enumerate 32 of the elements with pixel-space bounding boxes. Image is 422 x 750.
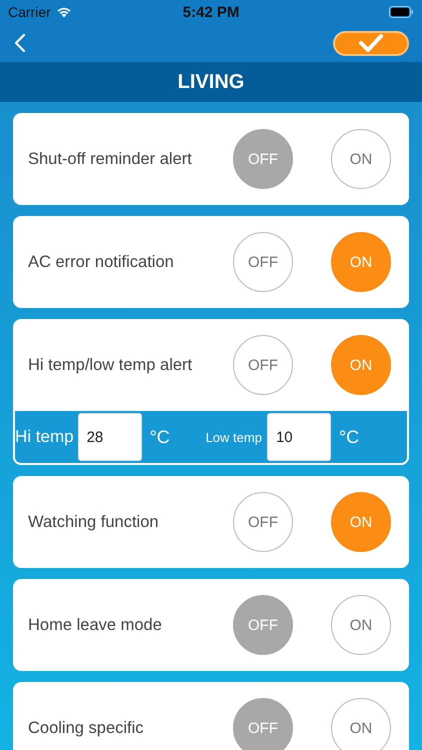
setting-label: Cooling specific — [28, 718, 145, 738]
page-title: LIVING — [178, 70, 244, 94]
confirm-button[interactable] — [333, 30, 409, 56]
on-button[interactable]: ON — [331, 232, 391, 292]
off-button[interactable]: OFF — [233, 595, 293, 655]
setting-label: Watching function — [28, 512, 160, 532]
setting-label: AC error notification — [28, 252, 175, 272]
carrier-text: Carrier — [8, 4, 51, 20]
on-button[interactable]: ON — [331, 698, 391, 750]
chevron-left-icon — [14, 33, 26, 53]
wifi-icon — [56, 6, 72, 18]
checkmark-icon — [358, 33, 384, 53]
hi-temp-label: Hi temp — [15, 427, 74, 447]
on-button[interactable]: ON — [331, 129, 391, 189]
low-temp-field[interactable]: 10 — [266, 413, 331, 461]
setting-label: Hi temp/low temp alert — [28, 356, 194, 374]
on-button[interactable]: ON — [331, 595, 391, 655]
low-temp-label: Low temp — [206, 430, 262, 444]
off-button[interactable]: OFF — [233, 232, 293, 292]
on-button[interactable]: ON — [331, 335, 391, 395]
off-button[interactable]: OFF — [233, 335, 293, 395]
setting-label: Shut-off reminder alert — [28, 150, 193, 168]
off-button[interactable]: OFF — [233, 129, 293, 189]
off-button[interactable]: OFF — [233, 698, 293, 750]
unit-label: °C — [150, 426, 171, 448]
clock-text: 5:42 PM — [182, 4, 240, 20]
unit-label: °C — [338, 426, 360, 448]
off-button[interactable]: OFF — [233, 492, 293, 552]
on-button[interactable]: ON — [331, 492, 391, 552]
hi-temp-field[interactable]: 28 — [78, 413, 142, 461]
setting-label: Home leave mode — [28, 616, 163, 634]
battery-icon — [388, 6, 414, 18]
